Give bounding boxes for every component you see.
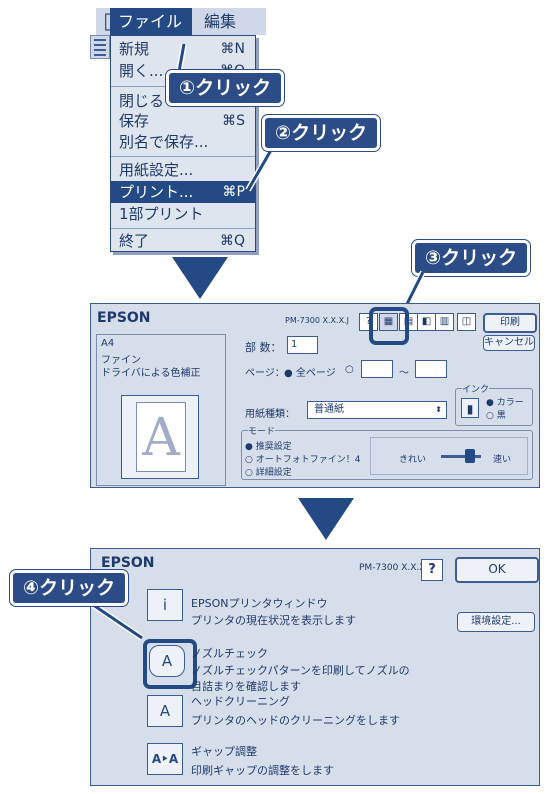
summary-color: ドライバによる色補正 (101, 368, 201, 379)
driver-version: PM-7300 X.X.X.J (285, 316, 349, 325)
head-cleaning-icon[interactable]: A (147, 695, 183, 727)
mode-photo-fine-radio[interactable]: ○ オートフォトファイン！4 (245, 452, 360, 465)
help-button[interactable]: ? (421, 559, 443, 581)
settings-summary-panel: A4 ファイン ドライバによる色補正 A (96, 334, 226, 486)
menu-item-label: 新規 (119, 40, 150, 58)
background-print-icon[interactable]: ◧ (417, 313, 436, 331)
menu-item-quit[interactable]: 終了 ⌘Q (119, 230, 255, 252)
quality-slider-thumb[interactable] (465, 449, 475, 463)
preview-icon[interactable]: ▥ (435, 313, 454, 331)
callout-step-1: ①クリック (166, 70, 285, 106)
settings-button[interactable]: 環境設定... (457, 612, 535, 632)
ink-group-label: インク (462, 382, 490, 395)
ink-cartridge-icon: ▮ (461, 398, 479, 418)
quality-fine-label: きれい (399, 455, 427, 465)
nozzle-check-title: ノズルチェック (191, 647, 268, 660)
epson-logo: EPSON (101, 555, 155, 571)
ink-group: インク ▮ ● カラー ○ 黒 (455, 382, 533, 426)
down-arrow-icon (298, 498, 354, 540)
printer-window-title: EPSONプリンタウィンドウ (191, 597, 328, 610)
copies-label: 部 数： (245, 341, 282, 354)
page-range-radio[interactable]: ○ (345, 364, 354, 375)
menu-item-label: 終了 (119, 232, 150, 250)
quality-slider-track[interactable] (441, 455, 481, 458)
menu-separator (111, 228, 255, 229)
down-arrow-icon (172, 257, 228, 299)
file-menu-title[interactable]: ファイル (110, 8, 192, 35)
mode-option-label: オートフォトファイン！4 (255, 455, 361, 465)
mode-option-label: 推奨設定 (255, 442, 292, 452)
menu-item-print-one[interactable]: 1部プリント (119, 203, 255, 225)
page-to-input[interactable] (415, 360, 447, 378)
ink-black-radio[interactable]: ○ 黒 (486, 408, 506, 421)
copies-input[interactable]: 1 (287, 336, 318, 354)
printer-window-desc: プリンタの現在状況を表示します (191, 614, 356, 627)
page-preview: A (121, 395, 199, 479)
preview-page: A (136, 402, 186, 472)
utility-dialog: EPSON PM-7300 X.X.X.J ? OK 環境設定... i EPS… (90, 548, 540, 786)
save-settings-icon[interactable]: ◫ (457, 313, 476, 331)
utility-highlight (369, 307, 409, 345)
summary-paper: A4 (101, 338, 115, 349)
callout-step-2: ②クリック (262, 115, 381, 151)
all-pages-label: 全ページ (295, 368, 336, 379)
media-type-value: 普通紙 (314, 404, 344, 415)
menu-item-label: 1部プリント (119, 205, 204, 223)
quality-fast-label: 速い (493, 455, 512, 465)
ink-color-radio[interactable]: ● カラー (486, 395, 524, 408)
print-button[interactable]: 印刷 (483, 313, 537, 333)
select-arrows-icon: ⬍ (435, 405, 442, 414)
ink-color-label: カラー (496, 398, 524, 408)
document-list-icon (90, 35, 110, 59)
gap-adjust-title: ギャップ調整 (191, 745, 257, 758)
all-pages-radio[interactable]: ● 全ページ (284, 364, 336, 379)
ink-black-label: 黒 (496, 411, 506, 421)
mode-advanced-radio[interactable]: ○ 詳細設定 (245, 465, 292, 478)
ok-button[interactable]: OK (455, 557, 539, 583)
edit-menu-title[interactable]: 編集 (196, 8, 266, 35)
quality-slider-box: きれい 速い (370, 437, 528, 475)
pages-label: ページ： (245, 368, 285, 379)
mode-group: モード ● 推奨設定 ○ オートフォトファイン！4 ○ 詳細設定 きれい 速い (241, 424, 533, 480)
nozzle-check-desc: ノズルチェックパターンを印刷してノズルの (191, 664, 410, 677)
media-type-label: 用紙種類： (245, 409, 295, 420)
head-cleaning-desc: プリンタのヘッドのクリーニングをします (191, 714, 400, 727)
gap-adjust-icon[interactable]: A‣A (147, 743, 183, 775)
head-cleaning-title: ヘッドクリーニング (191, 695, 290, 708)
menu-shortcut: ⌘Q (219, 233, 245, 249)
range-separator: 〜 (399, 368, 409, 379)
mode-group-label: モード (248, 424, 276, 437)
callout-step-4: ④クリック (10, 570, 129, 606)
mode-recommended-radio[interactable]: ● 推奨設定 (245, 439, 292, 452)
cancel-button[interactable]: キャンセル (483, 335, 535, 351)
page-from-input[interactable] (361, 360, 393, 378)
menu-item-label: 保存 (119, 112, 150, 130)
media-type-select[interactable]: 普通紙 ⬍ (307, 401, 447, 419)
mode-option-label: 詳細設定 (255, 468, 292, 478)
gap-adjust-desc: 印刷ギャップの調整をします (191, 764, 334, 777)
epson-logo: EPSON (97, 310, 151, 326)
print-dialog: EPSON PM-7300 X.X.X.J ? ▦ ▤ ◧ ▥ ◫ 印刷 キャン… (90, 303, 540, 488)
